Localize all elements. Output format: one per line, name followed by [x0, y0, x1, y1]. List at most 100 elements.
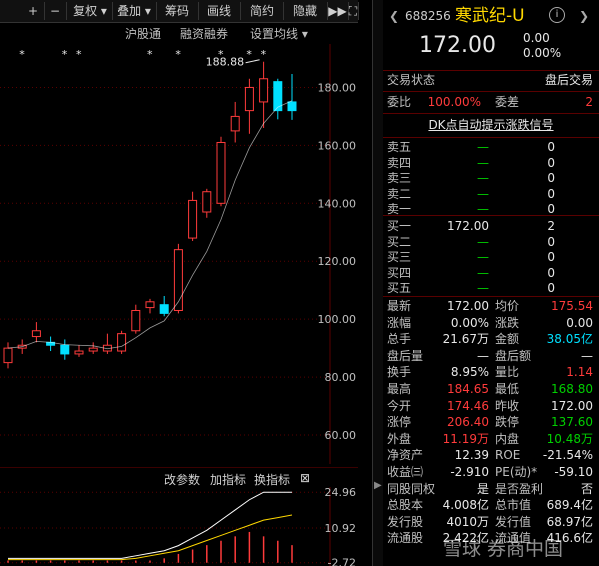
- orderbook-volume: 0: [547, 281, 555, 295]
- toolbar-item-5[interactable]: 画线: [198, 2, 241, 20]
- orderbook-price: —: [477, 155, 489, 170]
- candle[interactable]: [131, 304, 141, 334]
- stat-label-left: 收益㈢: [387, 465, 424, 479]
- candle[interactable]: [287, 73, 297, 120]
- candle[interactable]: [46, 336, 56, 352]
- orderbook-row: 买二 — 0: [383, 235, 599, 250]
- orderbook-row: 买一 172.00 2: [383, 219, 599, 234]
- indicator-bar-item-0[interactable]: 改参数: [164, 471, 200, 488]
- collapse-arrow-icon[interactable]: ▶: [374, 480, 382, 491]
- y-tick-label: 140.00: [318, 197, 357, 210]
- indicator-bar-item-3[interactable]: ⊠: [300, 471, 310, 485]
- orderbook-price: —: [477, 140, 489, 154]
- orderbook-label: 买一: [387, 219, 412, 233]
- candle[interactable]: [173, 243, 183, 314]
- stat-value-left: 174.46: [447, 398, 489, 413]
- stat-value-left: 12.39: [454, 448, 489, 463]
- y-tick-label: 120.00: [318, 255, 357, 268]
- stat-value-right: -21.54%: [542, 448, 593, 463]
- orderbook-volume: 2: [547, 219, 555, 233]
- subbar-item-1[interactable]: 融资融券: [180, 25, 228, 42]
- orderbook-volume: 0: [547, 186, 555, 201]
- stat-row: 净资产 12.39 ROE -21.54%: [383, 448, 599, 463]
- toolbar-item-7[interactable]: 隐藏: [283, 2, 328, 20]
- toolbar-item-6[interactable]: 简约: [241, 2, 284, 20]
- stat-value-left: 184.65: [447, 382, 489, 396]
- orderbook-row: 卖五 — 0: [383, 140, 599, 155]
- candle[interactable]: [216, 136, 226, 207]
- orderbook-row: 买三 — 0: [383, 250, 599, 265]
- toolbar-item-9[interactable]: ⛶: [348, 2, 359, 20]
- price-change-pct: 0.00%: [523, 46, 562, 60]
- orderbook-label: 卖四: [387, 155, 412, 170]
- stat-value-right: 168.80: [551, 382, 593, 396]
- toolbar-item-2[interactable]: 复权 ▾: [68, 2, 113, 20]
- candle[interactable]: [202, 188, 212, 218]
- orderbook-volume: 0: [547, 234, 555, 249]
- stat-value-left: 0.00%: [450, 315, 489, 330]
- toolbar-item-4[interactable]: 筹码: [156, 2, 199, 20]
- stat-label-left: 发行股: [387, 514, 424, 529]
- stat-row: 今开 174.46 昨收 172.00: [383, 399, 599, 414]
- toolbar-item-8[interactable]: ▶▶: [327, 2, 349, 20]
- candle[interactable]: [145, 298, 155, 314]
- stat-label-right: 昨收: [495, 398, 520, 413]
- stat-value-left: 206.40: [447, 415, 489, 430]
- y-tick-label: 160.00: [318, 139, 357, 152]
- candle[interactable]: [3, 342, 13, 369]
- toolbar-item-1[interactable]: −: [44, 2, 67, 20]
- candle[interactable]: [88, 342, 98, 354]
- indicator-chart[interactable]: 24.96 10.92 -2.72: [0, 487, 358, 566]
- subbar-item-2[interactable]: 设置均线 ▾: [250, 25, 308, 42]
- orderbook-row: 卖四 — 0: [383, 156, 599, 171]
- toolbar-item-3[interactable]: 叠加 ▾: [112, 2, 157, 20]
- info-icon[interactable]: i: [549, 7, 565, 23]
- candle[interactable]: [102, 333, 112, 354]
- stat-value-right: 68.97亿: [546, 514, 593, 529]
- stat-value-right: 0.00: [566, 315, 593, 330]
- toolbar-item-0[interactable]: +: [22, 2, 45, 20]
- dk-signal-link[interactable]: DK点自动提示涨跌信号: [383, 118, 599, 133]
- candle[interactable]: [60, 339, 70, 360]
- stat-value-right: 否: [580, 481, 593, 496]
- candle[interactable]: [273, 78, 283, 120]
- stat-label-left: 最高: [387, 382, 412, 396]
- stat-label-right: ROE: [495, 448, 521, 463]
- candle[interactable]: [74, 345, 84, 357]
- y-tick-label: 180.00: [318, 81, 357, 94]
- stat-value-left: 4010万: [446, 514, 489, 529]
- indicator-bar-item-2[interactable]: 换指标: [254, 471, 290, 488]
- indicator-bar-item-1[interactable]: 加指标: [210, 471, 246, 488]
- candle[interactable]: [31, 322, 41, 343]
- event-marker: *: [246, 48, 252, 61]
- candlestick-chart[interactable]: 180.00 160.00 140.00 120.00 100.00 80.00 60.00…: [0, 44, 358, 464]
- orderbook-label: 买三: [387, 250, 412, 264]
- orderbook-volume: 0: [547, 171, 555, 185]
- orderbook-volume: 0: [547, 155, 555, 170]
- candle[interactable]: [259, 61, 269, 128]
- subbar-item-0[interactable]: 沪股通: [125, 25, 161, 42]
- indicator-y-tick: 10.92: [325, 522, 357, 535]
- stat-label-right: 均价: [495, 299, 520, 313]
- next-stock-icon[interactable]: ❯: [579, 6, 589, 26]
- candle[interactable]: [117, 330, 127, 354]
- stat-row: 总手 21.67万 金额 38.05亿: [383, 332, 599, 347]
- candle[interactable]: [244, 78, 254, 134]
- prev-stock-icon[interactable]: ❮: [389, 6, 399, 26]
- stat-label-left: 今开: [387, 398, 412, 413]
- stock-code: 688256: [405, 9, 451, 23]
- orderbook-price: —: [477, 265, 489, 280]
- stat-row: 发行股 4010万 发行值 68.97亿: [383, 515, 599, 530]
- last-price: 172.00: [419, 33, 496, 58]
- y-tick-label: 60.00: [325, 429, 357, 442]
- event-marker: *: [175, 48, 181, 61]
- candle[interactable]: [188, 191, 198, 241]
- candle[interactable]: [159, 296, 169, 317]
- candle[interactable]: [230, 101, 240, 143]
- stat-value-left: —: [477, 348, 489, 363]
- event-marker: *: [76, 48, 82, 61]
- stat-value-right: 175.54: [551, 299, 593, 313]
- stat-row: 涨停 206.40 跌停 137.60: [383, 415, 599, 430]
- stat-label-right: 发行值: [495, 514, 532, 529]
- stat-value-right: -59.10: [554, 465, 593, 479]
